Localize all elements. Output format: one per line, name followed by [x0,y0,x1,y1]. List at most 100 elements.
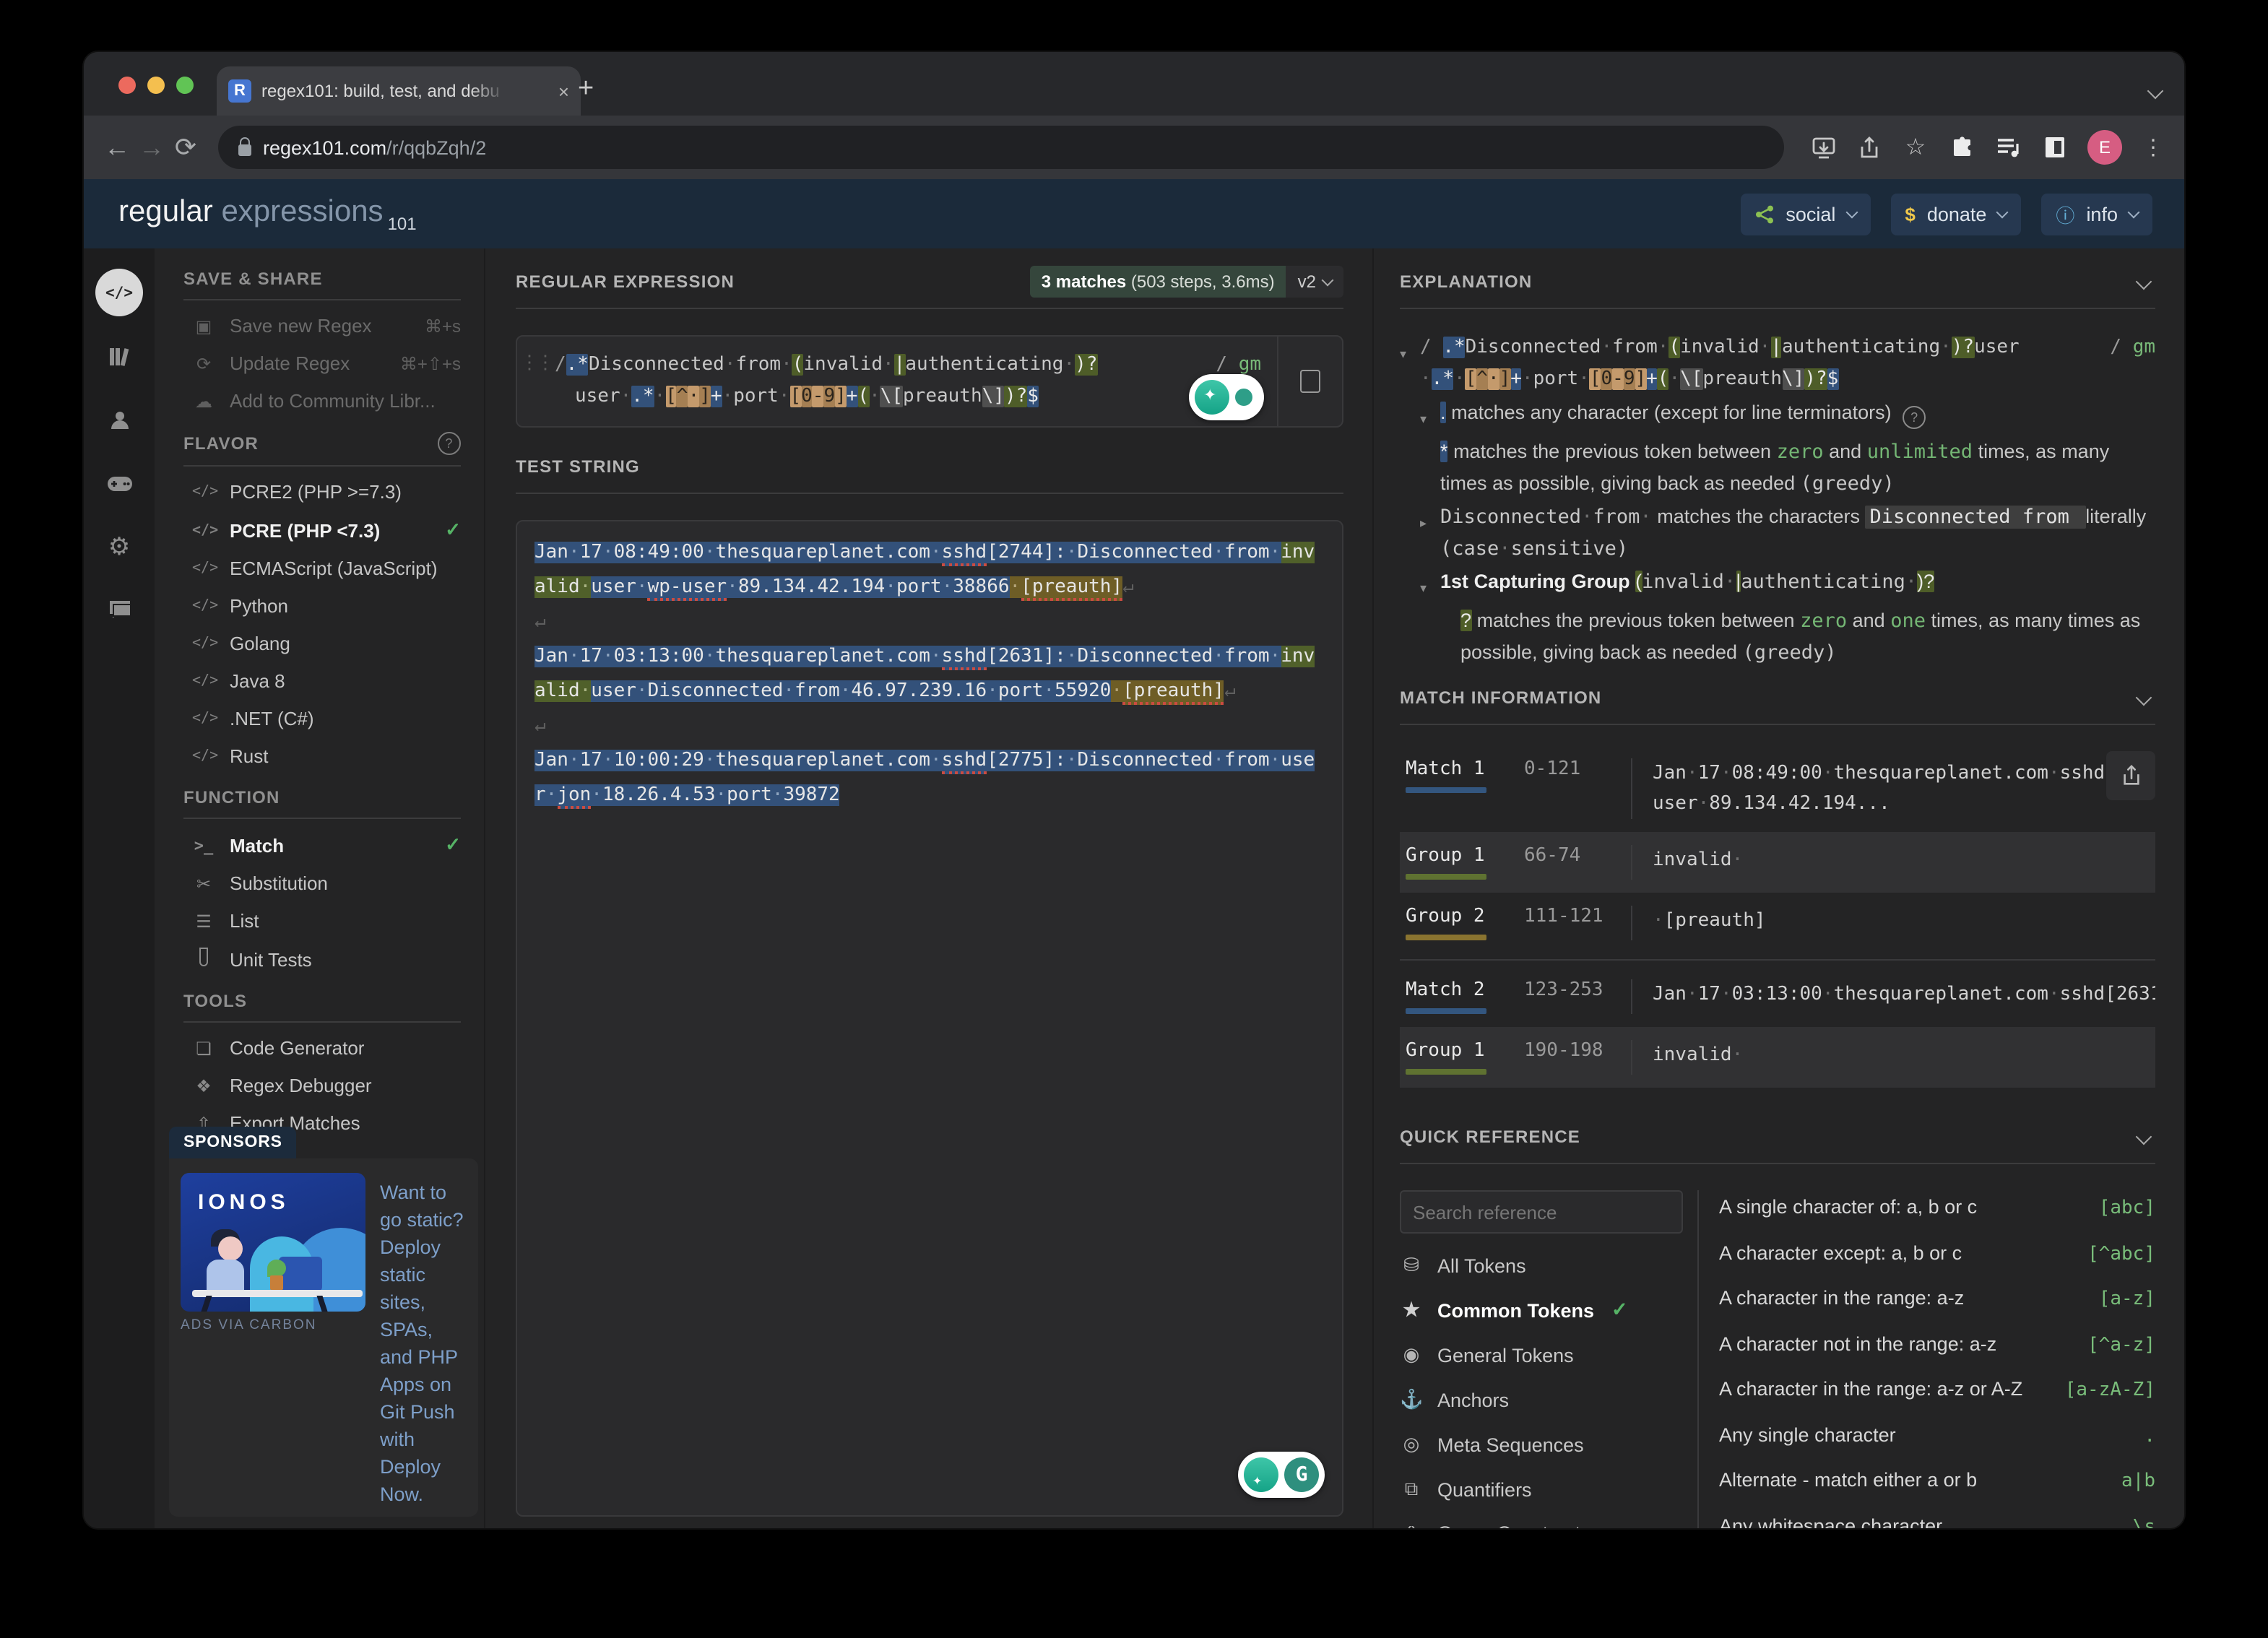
lightbulb-icon[interactable] [1244,1457,1278,1498]
test-string-input[interactable]: Jan·17·08:49:00·thesquareplanet.com·sshd… [516,520,1343,1517]
collapse-arrow-icon[interactable]: ▸ [1420,501,1440,565]
playlist-extension-icon[interactable] [1995,134,2021,160]
export-matches-button[interactable] [2106,751,2155,800]
flavor-help-icon[interactable]: ? [438,432,461,455]
grammarly-widget[interactable] [1189,374,1264,420]
saveshare-update-regex[interactable]: ⟳ Update Regex ⌘+⇧+s [192,352,469,374]
flavor-golang[interactable]: </> Golang [192,633,469,654]
saveshare-save-new-regex[interactable]: ▣ Save new Regex ⌘+s [192,315,469,337]
donate-menu[interactable]: $ donate [1890,193,2022,235]
group-row[interactable]: Group 1 66-74 invalid· [1400,832,2155,893]
install-icon[interactable] [1810,134,1836,160]
explanation-header[interactable]: EXPLANATION [1400,266,2155,298]
collapse-quick-reference-icon[interactable] [2135,1128,2152,1145]
qr-category-group-constructs[interactable]: () Group Constructs [1400,1522,1683,1528]
flavor-rust[interactable]: </> Rust [192,745,469,767]
qr-item[interactable]: Any whitespace character \s [1719,1514,2155,1528]
qr-item[interactable]: A single character of: a, b or c [abc] [1719,1196,2155,1219]
collapse-match-info-icon[interactable] [2135,689,2152,706]
explanation-row[interactable]: ▸ Disconnected·from· matches the characte… [1400,501,2155,565]
explanation-regex-row[interactable]: ▾ / .*Disconnected·from·(invalid·|authent… [1400,332,2155,396]
close-window-button[interactable] [118,77,136,94]
sponsor-ad[interactable]: IONOS ADS VIA CARBON Want to go static? … [169,1158,478,1517]
drag-handle-icon[interactable]: ⋮⋮ [517,337,555,426]
tool-regex-debugger[interactable]: ❖ Regex Debugger [192,1075,469,1096]
grammarly-g-icon[interactable]: G [1284,1457,1319,1492]
collapse-arrow-icon[interactable]: ▾ [1400,332,1420,396]
qr-category-all-tokens[interactable]: ⛁ All Tokens [1400,1254,1683,1277]
bookmark-star-icon[interactable]: ☆ [1903,134,1929,160]
flavor-pcre-php-7-3[interactable]: </> PCRE (PHP <7.3) ✓ [192,519,469,542]
maximize-window-button[interactable] [176,77,194,94]
qr-item[interactable]: A character in the range: a-z [a-z] [1719,1287,2155,1310]
qr-item[interactable]: A character except: a, b or c [^abc] [1719,1242,2155,1265]
qr-category-meta-sequences[interactable]: ◎ Meta Sequences [1400,1433,1683,1456]
site-logo[interactable]: regular expressions 101 [118,194,417,233]
search-reference-input[interactable] [1400,1190,1683,1234]
function-substitution[interactable]: ✂ Substitution [192,872,469,894]
share-icon[interactable] [1856,134,1882,160]
profile-avatar[interactable]: E [2087,130,2122,165]
new-tab-button[interactable]: + [578,72,594,107]
qr-category-anchors[interactable]: ⚓ Anchors [1400,1388,1683,1411]
function-list[interactable]: ☰ List [192,910,469,932]
function-match[interactable]: >_ Match ✓ [192,833,469,857]
ads-via-carbon-label[interactable]: ADS VIA CARBON [181,1317,365,1333]
explanation-row[interactable]: ? matches the previous token between zer… [1400,605,2155,667]
regex-version-selector[interactable]: v2 [1286,266,1343,298]
rail-account-button[interactable] [95,396,143,443]
lightbulb-icon[interactable] [1195,380,1229,415]
flavor-java-8[interactable]: </> Java 8 [192,670,469,692]
back-button[interactable]: ← [104,132,130,162]
sponsor-ad-image[interactable]: IONOS [181,1173,365,1312]
match-info-header[interactable]: MATCH INFORMATION [1400,682,2155,714]
url-bar[interactable]: regex101.com/r/qqbZqh/2 [218,126,1784,169]
rail-library-button[interactable] [95,332,143,380]
flavor-ecmascript-javascript[interactable]: </> ECMAScript (JavaScript) [192,558,469,579]
reader-extension-icon[interactable] [2041,134,2067,160]
rail-settings-button[interactable]: ⚙ [95,523,143,571]
match-row[interactable]: Match 1 0-121 Jan·17·08:49:00·thesquarepla… [1400,745,2155,832]
rail-feedback-button[interactable] [95,586,143,634]
explanation-row[interactable]: ▾. matches any character (except for lin… [1400,397,2155,435]
qr-category-quantifiers[interactable]: ⧉ Quantifiers [1400,1478,1683,1501]
flavor-python[interactable]: </> Python [192,595,469,617]
collapse-arrow-icon[interactable]: ▾ [1420,397,1440,435]
collapse-explanation-icon[interactable] [2135,273,2152,290]
info-menu[interactable]: ⓘ info [2041,193,2152,235]
explanation-row[interactable]: * matches the previous token between zer… [1400,436,2155,500]
explanation-row[interactable]: ▾ 1st Capturing Group (invalid·|authentic… [1400,566,2155,604]
rail-editor-button[interactable]: </> [95,269,143,316]
function-unit-tests[interactable]: Unit Tests [192,948,469,971]
qr-item[interactable]: Any single character. [1719,1424,2155,1447]
tool-code-generator[interactable]: ❏ Code Generator [192,1037,469,1059]
copy-regex-button[interactable] [1277,337,1342,426]
flavor-pcre2-php-7-3[interactable]: </> PCRE2 (PHP >=7.3) [192,481,469,503]
regex-input[interactable]: ⋮⋮ /.*Disconnected·from·(invalid·|authen… [516,335,1343,428]
reload-button[interactable]: ⟳ [173,132,198,162]
qr-item[interactable]: A character in the range: a-z or A-Z [a-z… [1719,1378,2155,1401]
saveshare-add-to-community-libr[interactable]: ☁ Add to Community Libr... [192,390,469,412]
browser-tab[interactable]: R regex101: build, test, and debu × [217,66,581,116]
flavor--net-c[interactable]: </> .NET (C#) [192,708,469,729]
rail-games-button[interactable] [95,459,143,507]
tab-search-icon[interactable] [2147,78,2164,104]
help-icon[interactable]: ? [1903,406,1926,429]
qr-category-general-tokens[interactable]: ◉ General Tokens [1400,1343,1683,1366]
qr-category-common-tokens[interactable]: ★ Common Tokens ✓ [1400,1299,1683,1322]
grammarly-widget-test[interactable]: G [1238,1452,1325,1498]
forward-button[interactable]: → [139,132,165,162]
collapse-arrow-icon[interactable]: ▾ [1420,566,1440,604]
minimize-window-button[interactable] [147,77,165,94]
group-row[interactable]: Group 2 111-121 ·[preauth] [1400,893,2155,953]
qr-item[interactable]: Alternate - match either a or b a|b [1719,1469,2155,1492]
group-row[interactable]: Group 1 190-198 invalid· [1400,1027,2155,1088]
quick-reference-header[interactable]: QUICK REFERENCE [1400,1121,2155,1153]
browser-menu-icon[interactable]: ⋮ [2142,134,2164,160]
social-menu[interactable]: social [1741,193,1871,235]
match-row[interactable]: Match 2 123-253 Jan·17·03:13:00·thesquarep… [1400,966,2155,1027]
tab-close-icon[interactable]: × [558,80,569,102]
sponsor-ad-text[interactable]: Want to go static? Deploy static sites, … [380,1173,467,1508]
extensions-puzzle-icon[interactable] [1949,134,1975,160]
qr-item[interactable]: A character not in the range: a-z [^a-z] [1719,1332,2155,1356]
